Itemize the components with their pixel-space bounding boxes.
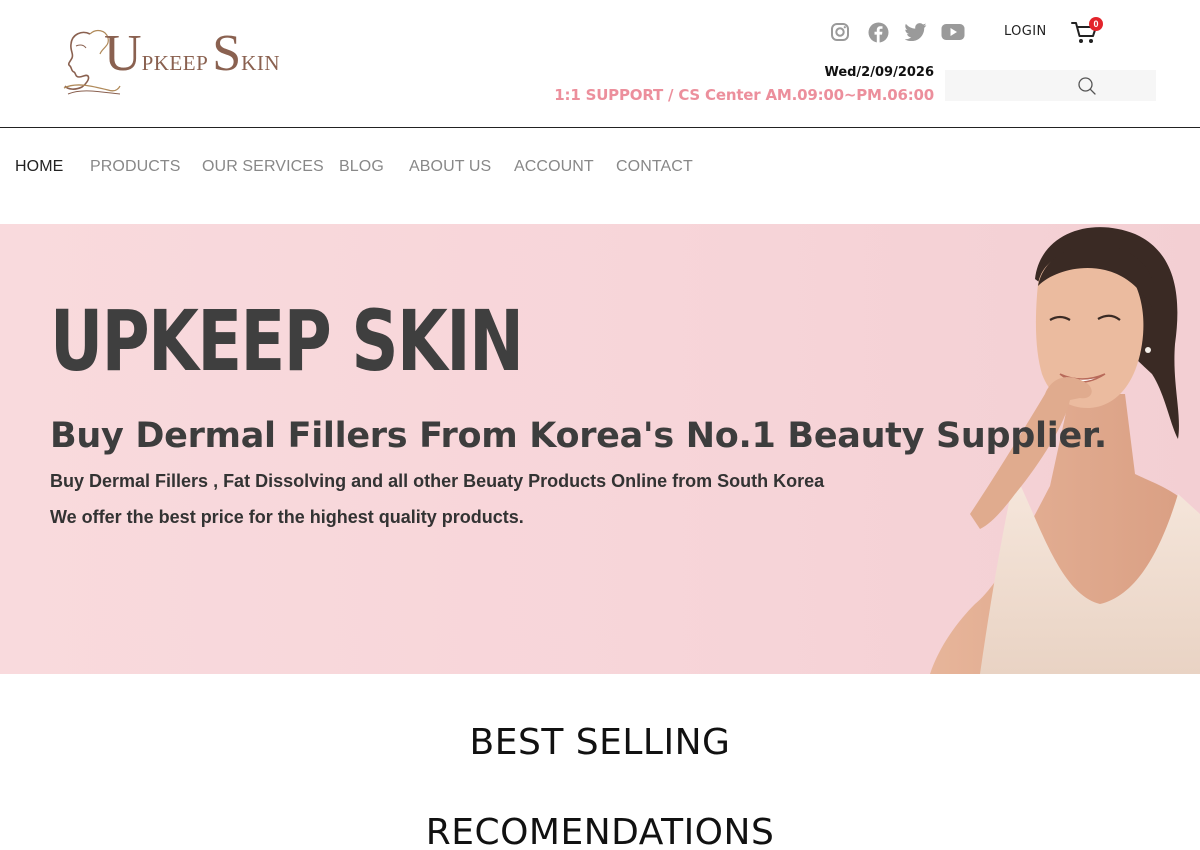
hero-title: UPKEEP SKIN [50, 292, 524, 390]
twitter-icon[interactable] [904, 20, 928, 44]
hero-description-line: Buy Dermal Fillers , Fat Dissolving and … [50, 471, 825, 491]
search-icon[interactable] [1076, 75, 1098, 97]
nav-item-blog[interactable]: BLOG [339, 158, 384, 176]
logo-letter-u: U [104, 25, 142, 82]
search-input[interactable] [945, 70, 1065, 101]
youtube-icon[interactable] [941, 20, 965, 44]
nav-item-about-us[interactable]: ABOUT US [409, 158, 491, 176]
nav-item-home[interactable]: HOME [15, 158, 63, 176]
logo-text-kin: KIN [241, 51, 280, 75]
login-link[interactable]: LOGIN [1004, 24, 1047, 39]
logo-wordmark: UPKEEP SKIN [104, 28, 280, 80]
site-header: UPKEEP SKIN LOGIN 0 Wed/2/09/2026 1:1 SU… [0, 0, 1200, 128]
nav-item-contact[interactable]: CONTACT [616, 158, 693, 176]
hero-banner: UPKEEP SKIN Buy Dermal Fillers From Kore… [0, 224, 1200, 674]
nav-item-products[interactable]: PRODUCTS [90, 158, 181, 176]
site-logo[interactable]: UPKEEP SKIN [62, 24, 280, 96]
logo-text-pkeep: PKEEP [141, 51, 209, 75]
cart-count-badge: 0 [1089, 17, 1103, 31]
best-selling-heading: BEST SELLING [469, 722, 731, 763]
hero-description-line: We offer the best price for the highest … [50, 507, 524, 527]
hero-subtitle: Buy Dermal Fillers From Korea's No.1 Bea… [50, 416, 1107, 456]
search-box [945, 70, 1156, 101]
instagram-icon[interactable] [828, 20, 852, 44]
current-date: Wed/2/09/2026 [824, 65, 934, 80]
main-navigation: HOME PRODUCTS OUR SERVICES BLOG ABOUT US… [0, 129, 1200, 224]
logo-letter-s: S [212, 25, 242, 82]
support-hours: 1:1 SUPPORT / CS Center AM.09:00~PM.06:0… [554, 86, 934, 104]
facebook-icon[interactable] [866, 20, 890, 44]
nav-item-our-services[interactable]: OUR SERVICES [202, 158, 324, 176]
recommendations-heading: RECOMENDATIONS [425, 812, 775, 850]
nav-item-account[interactable]: ACCOUNT [514, 158, 594, 176]
